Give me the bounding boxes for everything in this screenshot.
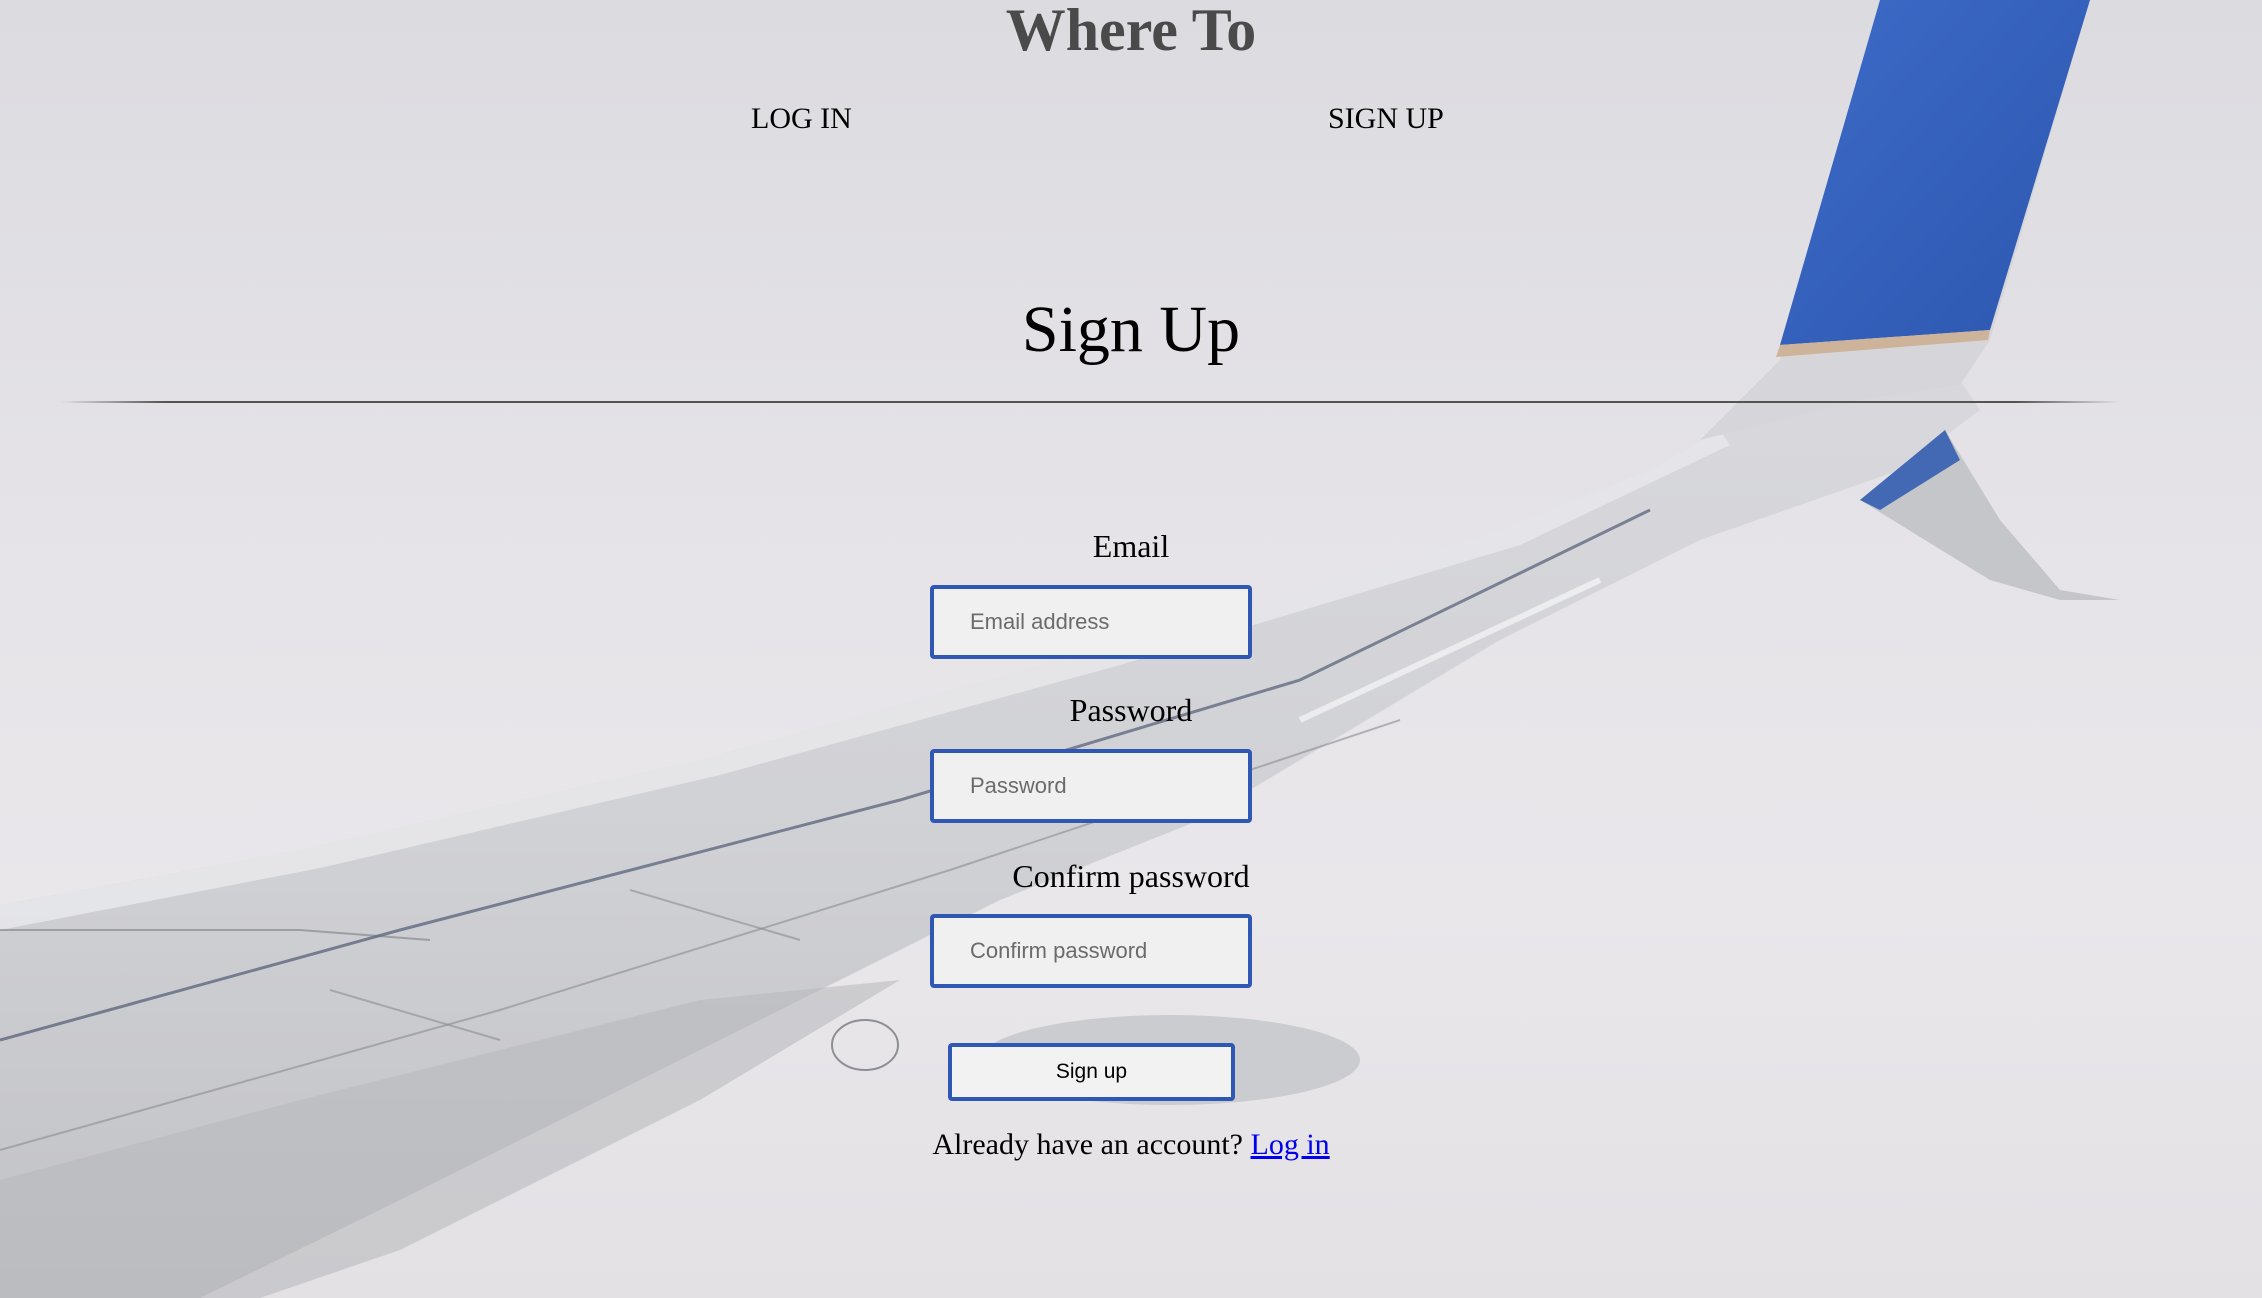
login-prompt-text: Already have an account? bbox=[932, 1128, 1243, 1161]
sign-up-button[interactable]: Sign up bbox=[948, 1043, 1235, 1101]
email-field[interactable] bbox=[930, 585, 1252, 659]
login-prompt: Already have an account? Log in bbox=[0, 1128, 2262, 1162]
password-label: Password bbox=[1069, 692, 1193, 728]
heading-divider bbox=[60, 401, 2120, 403]
page-title: Sign Up bbox=[1021, 293, 1241, 366]
password-field[interactable] bbox=[930, 749, 1252, 823]
nav-login-link[interactable]: LOG IN bbox=[751, 102, 852, 136]
site-title: Where To bbox=[1005, 0, 1257, 63]
confirm-password-field[interactable] bbox=[930, 914, 1252, 988]
nav-signup-link[interactable]: SIGN UP bbox=[1328, 102, 1444, 136]
login-link[interactable]: Log in bbox=[1251, 1128, 1330, 1161]
confirm-password-label: Confirm password bbox=[1012, 858, 1250, 894]
email-label: Email bbox=[1092, 528, 1170, 564]
